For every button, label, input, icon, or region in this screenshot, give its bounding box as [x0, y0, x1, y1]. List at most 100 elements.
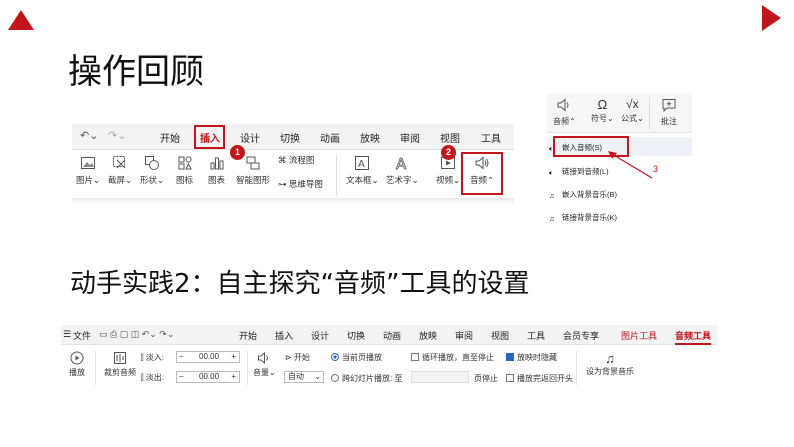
hide-during-show-checkbox[interactable]: 放映时隐藏: [506, 352, 557, 363]
increment-icon[interactable]: +: [231, 372, 236, 382]
chart-icon: [210, 157, 223, 170]
tab2-picture-tools[interactable]: 图片工具: [621, 329, 657, 342]
tab-design[interactable]: 设计: [240, 130, 260, 145]
tab2-member[interactable]: 会员专享: [563, 329, 599, 342]
loop-checkbox[interactable]: 循环播放，直至停止: [411, 352, 494, 363]
insert-ribbon: ↶⌄ ↷⌄ 开始 插入 设计 切换 动画 放映 审阅 视图 工具 图片⌄ 截屏⌄…: [72, 124, 514, 202]
radio-current-page[interactable]: 当前页播放: [331, 352, 382, 363]
tab2-design[interactable]: 设计: [311, 329, 329, 342]
panel-audio-button[interactable]: 音频⌃: [553, 97, 576, 127]
symbol-label: 符号: [591, 114, 607, 123]
trim-audio-button[interactable]: 裁剪音频: [103, 351, 137, 378]
fade-in-icon: ⫿: [141, 353, 144, 362]
fade-out-icon: ⫿: [141, 373, 144, 382]
tab-review[interactable]: 审阅: [400, 130, 420, 145]
rewind-checkbox[interactable]: 播放完返回开头: [506, 373, 573, 384]
fade-in-stepper[interactable]: − 00.00 +: [176, 351, 240, 363]
radio-across-slides[interactable]: 跨幻灯片播放: 至: [331, 373, 402, 384]
smartart-label: 智能图形: [236, 175, 271, 185]
volume-label: 音量: [253, 368, 269, 377]
formula-button[interactable]: √x 公式⌄: [621, 97, 644, 124]
set-bg-music-button[interactable]: ♫ 设为背景音乐: [585, 351, 635, 377]
redo-icon[interactable]: ↷⌄: [108, 129, 126, 142]
textbox-icon: A: [355, 156, 370, 170]
chart-button[interactable]: 图表: [208, 155, 225, 186]
tab2-view[interactable]: 视图: [491, 329, 509, 342]
smartart-icon: [246, 156, 260, 170]
smartart-button[interactable]: 智能图形: [236, 155, 270, 186]
wordart-button[interactable]: A 艺术字⌄: [386, 155, 419, 186]
tab2-review[interactable]: 审阅: [455, 329, 473, 342]
tab2-tools[interactable]: 工具: [527, 329, 545, 342]
icon-label: 图标: [176, 175, 194, 185]
tab-transition[interactable]: 切换: [280, 130, 300, 145]
symbol-button[interactable]: Ω 符号⌄: [591, 97, 614, 124]
picture-icon: [81, 157, 96, 169]
svg-text:A: A: [358, 159, 365, 170]
next-slide-arrow-icon[interactable]: [762, 5, 781, 31]
tab2-animation[interactable]: 动画: [383, 329, 401, 342]
rewind-label: 播放完返回开头: [517, 374, 573, 383]
menu-embed-bg-music[interactable]: ♫ 嵌入背景音乐(B): [549, 189, 617, 200]
section-subtitle: 动手实践2：自主探究“音频”工具的设置: [70, 269, 530, 299]
tab2-slideshow[interactable]: 放映: [419, 329, 437, 342]
radio-off-icon: [331, 374, 339, 382]
mindmap-label: 思维导图: [288, 179, 323, 189]
music-note-icon: ♫: [605, 351, 615, 366]
decrement-icon[interactable]: −: [179, 352, 184, 362]
play-button[interactable]: 播放: [67, 351, 87, 378]
increment-icon[interactable]: +: [231, 352, 236, 362]
volume-button[interactable]: 音量⌄: [253, 351, 276, 378]
ribbon-shadow: [72, 198, 514, 204]
step-badge-2: 2: [441, 145, 456, 160]
fade-in-label-group: ⫿ 淡入:: [141, 352, 164, 363]
radio-across-label: 跨幻灯片播放: 至: [342, 374, 403, 383]
picture-button[interactable]: 图片⌄: [76, 155, 100, 186]
tab-slideshow[interactable]: 放映: [360, 130, 380, 145]
fade-out-stepper[interactable]: − 00.00 +: [176, 371, 240, 383]
screenshot-button[interactable]: 截屏⌄: [108, 155, 132, 186]
tab2-home[interactable]: 开始: [239, 329, 257, 342]
play-label: 播放: [69, 368, 85, 377]
sqrt-icon: √x: [626, 97, 639, 111]
menu-icon[interactable]: ☰: [63, 329, 71, 340]
audio-button-highlight: [461, 152, 503, 195]
start-select[interactable]: 自动 ⌄: [284, 371, 324, 383]
ribbon2-tab-bar: ☰ 文件 ▭ ⎙ ▢ ◫ ↶⌄ ↷⌄ 开始 插入 设计 切换 动画 放映 审阅 …: [61, 325, 717, 345]
divider: [649, 97, 650, 129]
shape-icon: [145, 156, 160, 170]
tab2-audio-tools[interactable]: 音频工具: [675, 329, 712, 345]
undo-icon[interactable]: ↶⌄: [80, 129, 98, 142]
loop-label: 循环播放，直至停止: [422, 353, 494, 362]
tab2-transition[interactable]: 切换: [347, 329, 365, 342]
scissors-icon: [113, 156, 126, 169]
shape-button[interactable]: 形状⌄: [140, 155, 164, 186]
menu-link-bg-music[interactable]: ♫ 链接背景音乐(K): [549, 212, 617, 223]
music-link-icon: ♫: [549, 214, 555, 223]
checkbox-on-icon: [506, 353, 514, 361]
tab-file[interactable]: 文件: [73, 329, 91, 342]
start-label: 开始: [293, 353, 310, 362]
stop-page-input[interactable]: [411, 371, 469, 383]
comment-button[interactable]: 批注: [661, 97, 677, 127]
step-number-3: 3: [653, 164, 659, 174]
decrement-icon[interactable]: −: [179, 372, 184, 382]
icon-button[interactable]: 图标: [176, 155, 193, 186]
panel-toolbar: 音频⌃ Ω 符号⌄ √x 公式⌄ 批注: [547, 93, 692, 133]
tab2-insert[interactable]: 插入: [275, 329, 293, 342]
tab-animation[interactable]: 动画: [320, 130, 340, 145]
page-title: 操作回顾: [68, 52, 204, 92]
page-stop-label: 页停止: [474, 374, 498, 383]
audio-tools-ribbon: ☰ 文件 ▭ ⎙ ▢ ◫ ↶⌄ ↷⌄ 开始 插入 设计 切换 动画 放映 审阅 …: [61, 325, 717, 391]
tab-home[interactable]: 开始: [160, 130, 180, 145]
quick-access-icons[interactable]: ▭ ⎙ ▢ ◫ ↶⌄ ↷⌄: [99, 329, 174, 340]
mindmap-button[interactable]: ⊶ 思维导图: [278, 178, 323, 190]
set-bg-music-label: 设为背景音乐: [586, 367, 634, 376]
tab-tools[interactable]: 工具: [481, 130, 501, 145]
start-value: 自动: [288, 372, 304, 381]
menu-embed-bg-music-label: 嵌入背景音乐(B): [562, 190, 617, 199]
textbox-button[interactable]: A 文本框⌄: [346, 155, 379, 186]
checkbox-off-icon: [506, 374, 514, 382]
flowchart-button[interactable]: ⌘ 流程图: [278, 154, 314, 166]
tab-view[interactable]: 视图: [440, 130, 460, 145]
